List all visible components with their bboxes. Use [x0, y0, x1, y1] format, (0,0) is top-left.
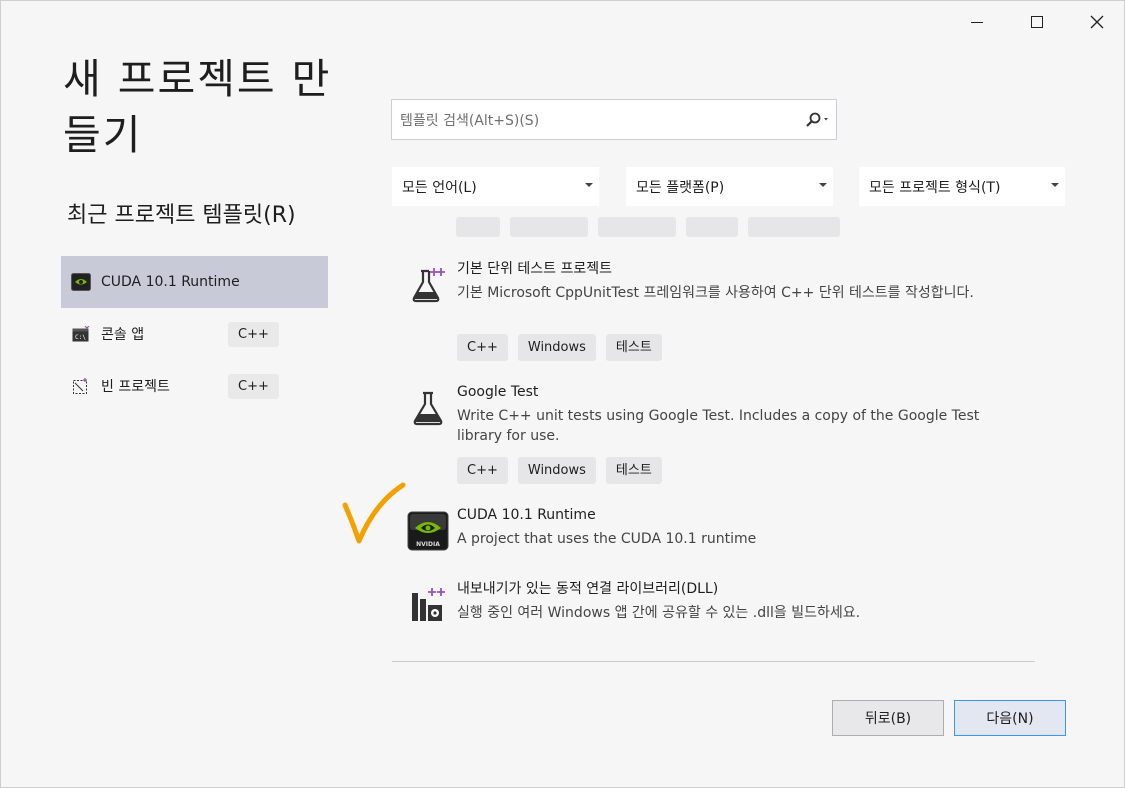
console-app-icon: C:\ [71, 324, 91, 344]
maximize-icon [1031, 16, 1043, 28]
close-button[interactable] [1077, 7, 1117, 37]
minimize-icon [971, 21, 983, 23]
template-item-google-test[interactable]: Google Test Write C++ unit tests using G… [392, 382, 1035, 492]
dll-icon [406, 583, 450, 627]
language-tag: C++ [228, 322, 279, 347]
footer-divider [392, 661, 1035, 662]
minimize-button[interactable] [957, 7, 997, 37]
empty-project-icon [71, 376, 91, 396]
page-title: 새 프로젝트 만들기 [63, 55, 332, 159]
platform-filter-dropdown[interactable]: 모든 플랫폼(P) [626, 167, 833, 206]
template-item-cuda[interactable]: NVIDIA CUDA 10.1 Runtime A project that … [392, 505, 1035, 565]
template-item-unit-test[interactable]: 기본 단위 테스트 프로젝트 기본 Microsoft CppUnitTest … [392, 259, 1035, 369]
unit-test-flask-icon [406, 263, 450, 307]
language-filter-dropdown[interactable]: 모든 언어(L) [392, 167, 599, 206]
next-button[interactable]: 다음(N) [954, 700, 1066, 736]
recent-templates-list: CUDA 10.1 Runtime C:\ 콘솔 앱 C++ 빈 프로젝트 C+… [61, 256, 328, 412]
back-button[interactable]: 뒤로(B) [832, 700, 944, 736]
search-icon[interactable] [800, 100, 836, 139]
chevron-down-icon [1051, 183, 1059, 187]
language-tag: C++ [228, 374, 279, 399]
recent-templates-title: 최근 프로젝트 템플릿(R) [67, 203, 296, 228]
template-name: Google Test [457, 384, 539, 400]
template-tags: C++ Windows 테스트 [457, 334, 662, 361]
recent-item-empty-project[interactable]: 빈 프로젝트 C++ [61, 360, 328, 412]
tag: C++ [457, 334, 508, 361]
tag: C++ [457, 457, 508, 484]
project-type-filter-dropdown[interactable]: 모든 프로젝트 형식(T) [859, 167, 1065, 206]
close-icon [1090, 15, 1104, 29]
template-name: CUDA 10.1 Runtime [457, 507, 596, 523]
recent-item-cuda[interactable]: CUDA 10.1 Runtime [61, 256, 328, 308]
template-item-dll[interactable]: 내보내기가 있는 동적 연결 라이브러리(DLL) 실행 중인 여러 Windo… [392, 579, 1035, 639]
nvidia-icon: NVIDIA [406, 509, 450, 553]
template-name: 기본 단위 테스트 프로젝트 [457, 261, 613, 277]
recent-item-console-app[interactable]: C:\ 콘솔 앱 C++ [61, 308, 328, 360]
scrolled-off-tags [456, 217, 840, 237]
recent-item-label: CUDA 10.1 Runtime [101, 274, 240, 290]
svg-text:C:\: C:\ [75, 334, 86, 341]
template-description: A project that uses the CUDA 10.1 runtim… [457, 531, 757, 547]
template-tags: C++ Windows 테스트 [457, 457, 662, 484]
project-type-filter-value: 모든 프로젝트 형식(T) [869, 179, 1001, 196]
create-project-window: 새 프로젝트 만들기 최근 프로젝트 템플릿(R) CUDA 10.1 Runt… [0, 0, 1125, 788]
recent-item-label: 콘솔 앱 [101, 327, 145, 343]
language-filter-value: 모든 언어(L) [402, 179, 477, 196]
template-description: 실행 중인 여러 Windows 앱 간에 공유할 수 있는 .dll을 빌드하… [457, 605, 861, 621]
recent-item-label: 빈 프로젝트 [101, 379, 170, 395]
flask-icon [406, 386, 450, 430]
chevron-down-icon [585, 183, 593, 187]
svg-text:NVIDIA: NVIDIA [416, 541, 440, 548]
template-name: 내보내기가 있는 동적 연결 라이브러리(DLL) [457, 581, 719, 597]
chevron-down-icon [819, 183, 827, 187]
tag: 테스트 [605, 457, 662, 484]
template-description: Write C++ unit tests using Google Test. … [457, 408, 980, 444]
checkmark-annotation-icon [342, 482, 406, 544]
template-list[interactable]: 기본 단위 테스트 프로젝트 기본 Microsoft CppUnitTest … [392, 209, 1035, 639]
tag: Windows [517, 334, 596, 361]
nvidia-icon [71, 272, 91, 292]
tag: Windows [517, 457, 596, 484]
platform-filter-value: 모든 플랫폼(P) [636, 179, 725, 196]
search-input[interactable]: 템플릿 검색(Alt+S)(S) [392, 110, 800, 130]
template-search-box[interactable]: 템플릿 검색(Alt+S)(S) [391, 99, 837, 140]
maximize-button[interactable] [1017, 7, 1057, 37]
template-description: 기본 Microsoft CppUnitTest 프레임워크를 사용하여 C++… [457, 285, 974, 301]
tag: 테스트 [605, 334, 662, 361]
